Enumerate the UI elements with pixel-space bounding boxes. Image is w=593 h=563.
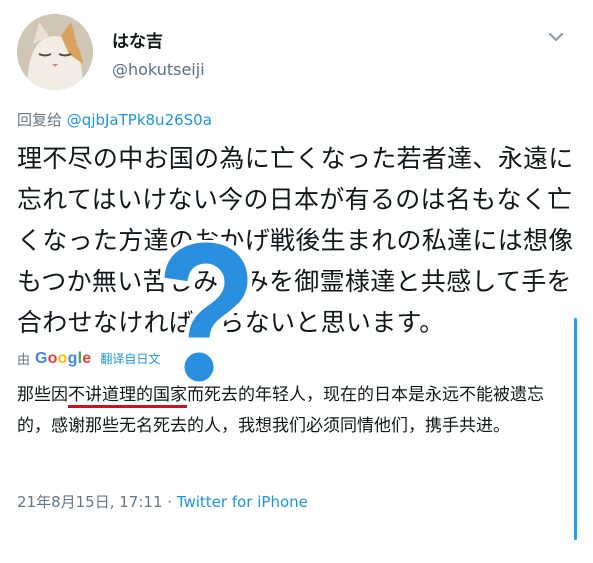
timestamp-text[interactable]: 21年8月15日, 17:11 · [17, 493, 177, 511]
translate-by-label: 由 [17, 353, 31, 368]
display-name[interactable]: はな吉 [112, 27, 163, 52]
reply-context: 回复给 @qjbJaTPk8u26S0a [17, 109, 212, 130]
tweet-timestamp: 21年8月15日, 17:11 · Twitter for iPhone [17, 491, 308, 512]
tweet-source-link[interactable]: Twitter for iPhone [177, 493, 308, 511]
tweet-text: 理不尽の中お国の為に亡くなった若者達、永遠に忘れてはいけない今の日本が有るのは名… [17, 144, 574, 337]
question-mark-icon [159, 240, 253, 387]
reply-mention-link[interactable]: @qjbJaTPk8u26S0a [67, 111, 212, 129]
translation-part-1: 那些因 [17, 385, 68, 405]
scrollbar[interactable] [574, 318, 577, 540]
cat-avatar-icon [17, 14, 93, 90]
chevron-down-icon[interactable] [547, 28, 565, 46]
user-handle[interactable]: @hokutseiji [112, 60, 205, 79]
translation-attribution: 由 Google 翻译自日文 [17, 349, 160, 369]
reply-prefix: 回复给 [17, 111, 63, 129]
google-logo: Google [35, 349, 92, 367]
translated-text: 那些因不讲道理的国家而死去的年轻人，现在的日本是永远不能被遗忘的，感谢那些无名死… [17, 380, 577, 442]
avatar[interactable] [17, 14, 93, 90]
